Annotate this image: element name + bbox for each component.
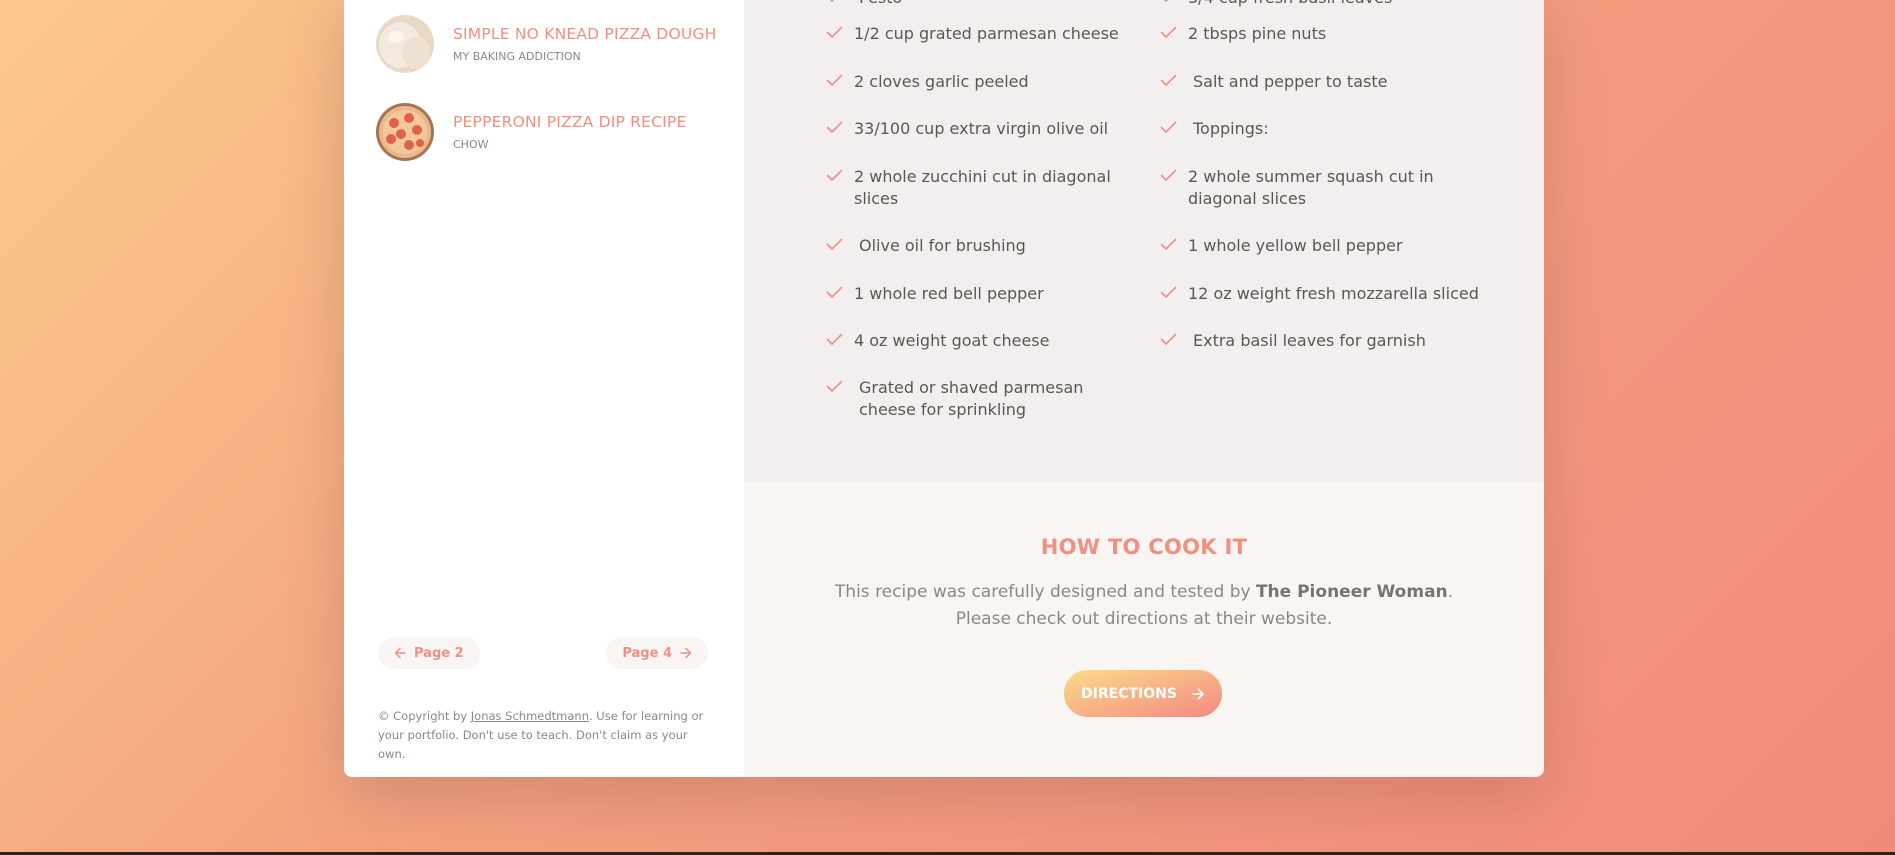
ingredient-text: 2 cloves garlic peeled [854, 72, 1029, 91]
arrow-right-icon [1191, 688, 1204, 699]
ingredient-text: Grated or shaved parmesan cheese for spr… [859, 378, 1084, 419]
prev-page-label: Page 2 [414, 645, 464, 661]
ingredient-item: Olive oil for brushing [826, 235, 1146, 257]
check-icon [826, 238, 843, 250]
next-page-button[interactable]: Page 4 [606, 637, 708, 669]
check-icon [829, 0, 835, 2]
ingredient-item: 2 whole summer squash cut in diagonal sl… [1160, 166, 1460, 210]
ingredient-item: Toppings: [1160, 118, 1480, 140]
ingredient-text: Salt and pepper to taste [1193, 72, 1388, 91]
check-icon [826, 26, 843, 38]
ingredient-text: 1/2 cup grated parmesan cheese [854, 24, 1119, 43]
check-icon [826, 380, 843, 392]
ingredient-text: Olive oil for brushing [859, 236, 1026, 255]
ingredient-text: 1 whole yellow bell pepper [1188, 236, 1403, 255]
check-icon [1160, 238, 1177, 250]
ingredient-item: 4 oz weight goat cheese [826, 330, 1146, 352]
ingredient-text: 3/4 cup fresh basil leaves [1188, 0, 1392, 9]
result-title: Simple No Knead Pizza Dough [453, 25, 717, 43]
check-icon [826, 74, 843, 86]
ingredient-item: 1 whole red bell pepper [826, 283, 1146, 305]
check-icon [1160, 169, 1177, 181]
recipe-view: Pesto 3/4 cup fresh basil leaves 1/2 cup… [744, 0, 1544, 777]
ingredient-item: 2 whole zucchini cut in diagonal slices [826, 166, 1146, 210]
ingredient-item: Grated or shaved parmesan cheese for spr… [826, 377, 1136, 421]
ingredient-text: 2 whole zucchini cut in diagonal slices [854, 167, 1111, 208]
ingredient-text: Pesto [859, 0, 902, 9]
ingredient-item: 12 oz weight fresh mozzarella sliced [1160, 283, 1480, 305]
check-icon [1160, 286, 1177, 298]
copyright-prefix: © Copyright by [378, 709, 471, 723]
ingredient-text: 12 oz weight fresh mozzarella sliced [1188, 284, 1479, 303]
ingredient-item: Salt and pepper to taste [1160, 71, 1480, 93]
copyright-notice: © Copyright by Jonas Schmedtmann. Use fo… [378, 707, 718, 764]
ingredient-text: Toppings: [1193, 119, 1269, 138]
ingredient-text: 33/100 cup extra virgin olive oil [854, 119, 1109, 138]
desc-prefix: This recipe was carefully designed and t… [834, 582, 1256, 602]
check-icon [1160, 26, 1177, 38]
check-icon [826, 286, 843, 298]
pagination: Page 2 Page 4 [378, 637, 708, 669]
ingredient-text: 4 oz weight goat cheese [854, 331, 1050, 350]
directions-button[interactable]: Directions [1064, 670, 1222, 717]
section-heading: How to cook it [1040, 535, 1248, 559]
check-icon [1160, 74, 1177, 86]
publisher-name: The Pioneer Woman [1255, 582, 1448, 602]
result-thumbnail [376, 103, 434, 161]
ingredient-item: 2 tbsps pine nuts [1160, 23, 1480, 45]
ingredient-item: 1/2 cup grated parmesan cheese [826, 23, 1146, 45]
ingredients-section: Pesto 3/4 cup fresh basil leaves 1/2 cup… [744, 0, 1544, 482]
ingredient-text: Extra basil leaves for garnish [1193, 331, 1426, 350]
arrow-left-icon [394, 647, 406, 659]
arrow-right-icon [680, 647, 692, 659]
author-link[interactable]: Jonas Schmedtmann [471, 709, 589, 723]
ingredient-item: 3/4 cup fresh basil leaves [1160, 0, 1392, 9]
ingredient-item: 33/100 cup extra virgin olive oil [826, 118, 1146, 140]
next-page-label: Page 4 [622, 645, 672, 661]
cook-description: This recipe was carefully designed and t… [834, 579, 1454, 633]
search-result-item[interactable]: Simple No Knead Pizza Dough My Baking Ad… [376, 15, 716, 73]
check-icon [826, 333, 843, 345]
result-title: Pepperoni Pizza Dip Recipe [453, 113, 687, 131]
ingredient-text: 2 tbsps pine nuts [1188, 24, 1327, 43]
how-to-cook-section: How to cook it This recipe was carefully… [744, 482, 1544, 777]
prev-page-button[interactable]: Page 2 [378, 637, 480, 669]
ingredient-item: 1 whole yellow bell pepper [1160, 235, 1480, 257]
result-publisher: CHOW [453, 138, 489, 151]
ingredient-text: 2 whole summer squash cut in diagonal sl… [1188, 167, 1434, 208]
search-result-item[interactable]: Pepperoni Pizza Dip Recipe CHOW [376, 103, 686, 161]
check-icon [826, 121, 843, 133]
check-icon [1160, 121, 1177, 133]
result-thumbnail [376, 15, 434, 73]
recipe-app-container: Simple No Knead Pizza Dough My Baking Ad… [344, 0, 1544, 777]
check-icon [826, 169, 843, 181]
ingredient-item: 2 cloves garlic peeled [826, 71, 1146, 93]
ingredient-item: Extra basil leaves for garnish [1160, 330, 1480, 352]
search-results-sidebar: Simple No Knead Pizza Dough My Baking Ad… [344, 0, 744, 777]
ingredient-item: Pesto [826, 0, 902, 9]
ingredient-text: 1 whole red bell pepper [854, 284, 1044, 303]
directions-label: Directions [1081, 685, 1177, 702]
check-icon [1160, 333, 1177, 345]
result-publisher: My Baking Addiction [453, 50, 581, 63]
check-icon [1163, 0, 1169, 2]
